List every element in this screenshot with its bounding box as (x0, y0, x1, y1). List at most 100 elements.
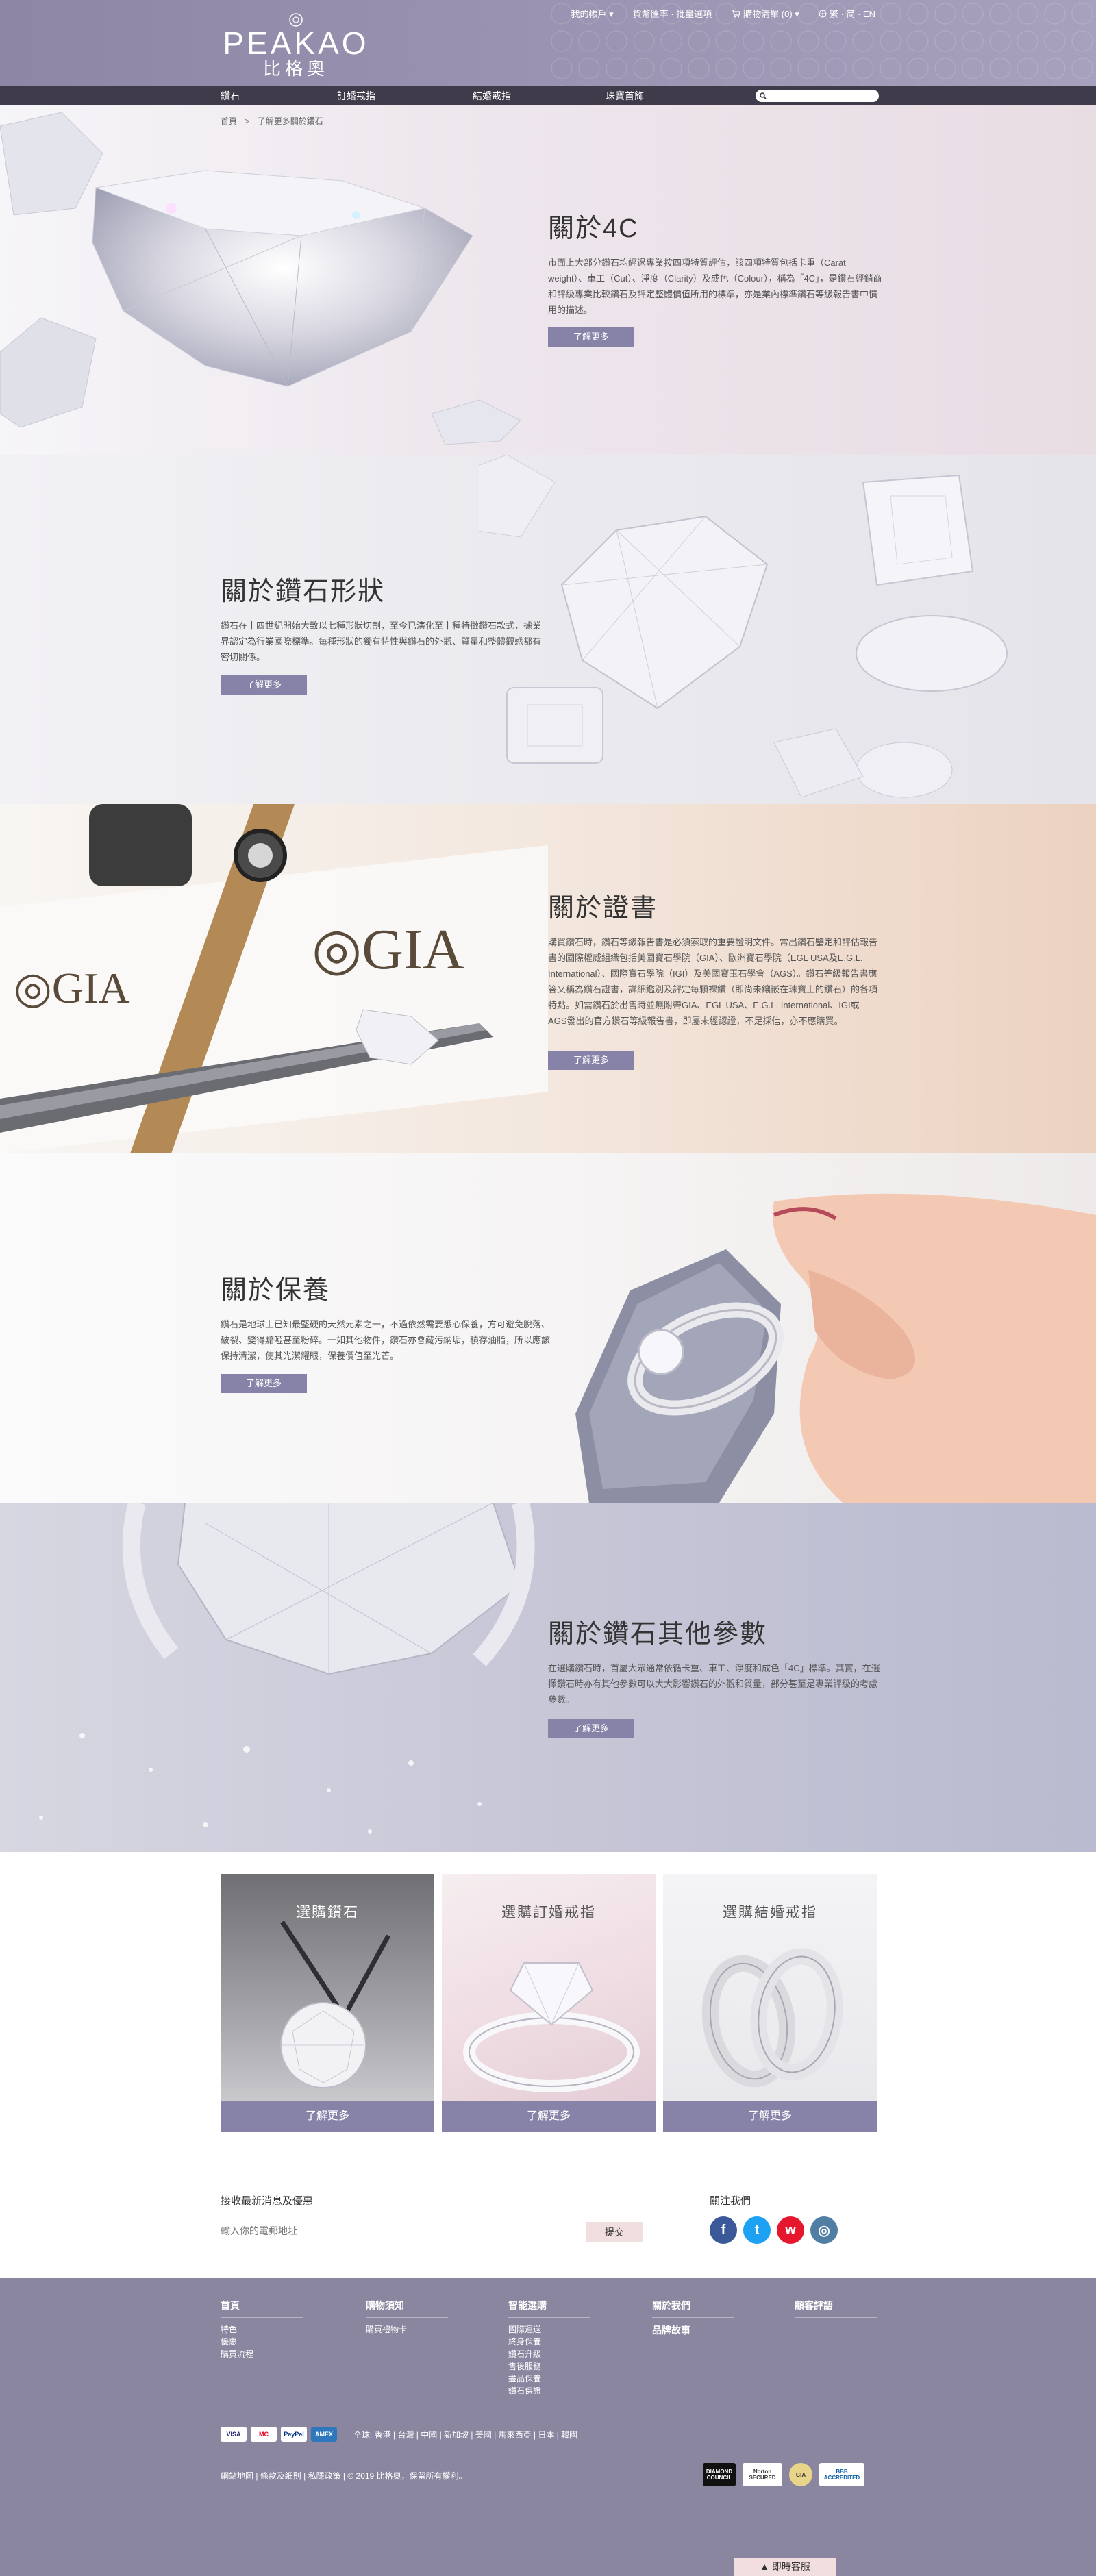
breadcrumb-separator: > (245, 116, 250, 126)
gia-badge: GIA (789, 2463, 812, 2486)
weibo-icon[interactable]: w (777, 2216, 804, 2244)
gia-logo-left: ◎GIA (14, 964, 130, 1012)
search-box (756, 90, 879, 102)
bbb-badge: BBB ACCREDITED (819, 2463, 864, 2486)
section-shapes: 關於鑽石形狀 鑽石在十四世紀開始大致以七種形狀切割，至今已演化至十種特徵鑽石款式… (0, 455, 1096, 804)
section-4c-text: 市面上大部分鑽石均經過專業按四項特質評估，該四項特質包括卡重（Carat wei… (548, 258, 882, 315)
section-other-parameters-button[interactable]: 了解更多 (548, 1719, 634, 1738)
social-links: f t w ◎ (710, 2216, 838, 2244)
currency-link[interactable]: 貨幣匯率 · 批量選項 (633, 7, 712, 20)
footer-col-home-head[interactable]: 首頁 (221, 2299, 303, 2318)
live-chat-button[interactable]: ▲ 即時客服 (734, 2558, 836, 2576)
amex-icon: AMEX (311, 2427, 337, 2442)
twitter-icon[interactable]: t (743, 2216, 771, 2244)
logo-text-zh: 比格奧 (262, 58, 329, 79)
card-shop-diamonds-title: 選購鑽石 (296, 1905, 359, 1921)
logo-text-en: PEAKAO (223, 25, 369, 61)
footer-col-reviews-head[interactable]: 顧客評語 (795, 2299, 877, 2318)
footer-col-smart: 智能選購 國際運送 終身保養 鑽石升級 售後服務 盡品保養 鑽石保證 (508, 2299, 590, 2397)
footer-link[interactable]: 鑽石保證 (508, 2385, 590, 2397)
newsletter-email-input[interactable] (221, 2219, 569, 2242)
globe-icon (819, 10, 827, 17)
newsletter-submit-button[interactable]: 提交 (586, 2222, 643, 2242)
diamond-shapes-image (480, 455, 1008, 798)
gia-certificate-image: ◎GIA ◎GIA (0, 804, 548, 1153)
facebook-icon[interactable]: f (710, 2216, 737, 2244)
search-input[interactable] (769, 92, 872, 100)
cart-link[interactable]: 購物清單 (0) ▾ (731, 7, 799, 20)
section-shapes-text: 鑽石在十四世紀開始大致以七種形狀切割，至今已演化至十種特徵鑽石款式，據業界認定為… (221, 621, 542, 662)
footer-col-shopping: 購物須知 購買禮物卡 (366, 2299, 448, 2336)
trust-badges: DIAMOND COUNCIL Norton SECURED GIA BBB A… (703, 2463, 864, 2486)
site-logo[interactable]: PEAKAO 比格奧 (221, 12, 371, 81)
section-care: 關於保養 鑽石是地球上已知最堅硬的天然元素之一，不過依然需要悉心保養，方可避免脫… (0, 1153, 1096, 1503)
newsletter-label: 接收最新消息及優惠 (221, 2195, 314, 2207)
footer-link[interactable]: 購買流程 (221, 2348, 303, 2360)
breadcrumb-home[interactable]: 首頁 (221, 116, 237, 126)
section-shapes-button[interactable]: 了解更多 (221, 675, 307, 695)
section-other-parameters-title: 關於鑽石其他參數 (548, 1620, 768, 1649)
top-links: 我的帳戶 ▾ 貨幣匯率 · 批量選項 購物清單 (0) ▾ 繁 · 简 · EN (571, 7, 875, 20)
card-shop-wedding-rings-button[interactable]: 了解更多 (663, 2101, 877, 2132)
section-certificates: ◎GIA ◎GIA 關於證書 購買鑽石時，鑽石等級報告書是必須索取的重要證明文件… (0, 804, 1096, 1153)
footer-link[interactable]: 終身保養 (508, 2336, 590, 2348)
main-nav: 鑽石 訂婚戒指 結婚戒指 珠寶首飾 (0, 86, 1096, 105)
section-care-button[interactable]: 了解更多 (221, 1374, 307, 1393)
region-links[interactable]: 全球: 香港 | 台灣 | 中國 | 新加坡 | 美國 | 馬來西亞 | 日本 … (353, 2429, 577, 2440)
breadcrumb: 首頁 > 了解更多關於鑽石 (221, 115, 329, 127)
norton-badge: Norton SECURED (743, 2463, 782, 2486)
account-link[interactable]: 我的帳戶 ▾ (571, 7, 613, 20)
nav-engagement-rings[interactable]: 訂婚戒指 (337, 86, 375, 105)
section-other-parameters: 關於鑽石其他參數 在選購鑽石時，首屬大眾通常依循卡重、車工、淨度和成色「4C」標… (0, 1503, 1096, 1852)
breadcrumb-current: 了解更多關於鑽石 (257, 116, 323, 126)
footer-link[interactable]: 盡品保養 (508, 2373, 590, 2385)
language-switch[interactable]: 繁 · 简 · EN (819, 7, 875, 20)
section-4c-title: 關於4C (548, 214, 639, 243)
copyright-text: 網站地圖 | 條款及細則 | 私隱政策 | © 2019 比格奧，保留所有權利。 (221, 2471, 467, 2481)
mastercard-icon: MC (251, 2427, 277, 2442)
footer-link[interactable]: 鑽石升級 (508, 2348, 590, 2360)
card-shop-diamonds[interactable]: 選購鑽石 了解更多 (221, 1874, 434, 2132)
footer-link[interactable]: 優惠 (221, 2336, 303, 2348)
footer-link[interactable]: 購買禮物卡 (366, 2323, 448, 2336)
footer-col-about-sub[interactable]: 品牌故事 (652, 2323, 734, 2342)
nav-diamonds[interactable]: 鑽石 (221, 86, 240, 105)
footer-col-home: 首頁 特色 優惠 購買流程 (221, 2299, 303, 2360)
diamond-council-badge: DIAMOND COUNCIL (703, 2463, 736, 2486)
section-shapes-title: 關於鑽石形狀 (221, 577, 386, 606)
search-icon[interactable] (760, 92, 767, 99)
section-certificates-button[interactable]: 了解更多 (548, 1051, 634, 1070)
card-shop-diamonds-button[interactable]: 了解更多 (221, 2101, 434, 2132)
card-shop-wedding-rings[interactable]: 選購結婚戒指 了解更多 (663, 1874, 877, 2132)
section-certificates-text: 購買鑽石時，鑽石等級報告書是必須索取的重要證明文件。常出鑽石鑒定和評估報告書的國… (548, 937, 878, 1026)
card-shop-engagement-rings[interactable]: 選購訂婚戒指 了解更多 (442, 1874, 656, 2132)
diamond-image (0, 112, 521, 445)
footer-col-about: 關於我們 品牌故事 (652, 2299, 734, 2348)
footer-link[interactable]: 售後服務 (508, 2360, 590, 2373)
site-header: PEAKAO 比格奧 我的帳戶 ▾ 貨幣匯率 · 批量選項 購物清單 (0) ▾… (0, 0, 1096, 86)
footer-col-about-head[interactable]: 關於我們 (652, 2299, 734, 2318)
instagram-icon[interactable]: ◎ (810, 2216, 838, 2244)
follow-us-label: 關注我們 (710, 2195, 751, 2207)
visa-icon: VISA (221, 2427, 247, 2442)
card-shop-wedding-rings-title: 選購結婚戒指 (723, 1905, 817, 1921)
paypal-icon: PayPal (281, 2427, 307, 2442)
footer-col-reviews: 顧客評語 (795, 2299, 877, 2323)
cart-label: 購物清單 (0) ▾ (743, 9, 799, 19)
footer-link[interactable]: 特色 (221, 2323, 303, 2336)
nav-jewellery[interactable]: 珠寶首飾 (606, 86, 644, 105)
card-shop-engagement-rings-button[interactable]: 了解更多 (442, 2101, 656, 2132)
cart-icon (732, 9, 740, 17)
section-care-title: 關於保養 (221, 1276, 331, 1305)
site-footer: 首頁 特色 優惠 購買流程 購物須知 購買禮物卡 智能選購 國際運送 終身保養 … (0, 2278, 1096, 2576)
section-certificates-title: 關於證書 (548, 894, 658, 923)
footer-link[interactable]: 國際運送 (508, 2323, 590, 2336)
footer-col-smart-head[interactable]: 智能選購 (508, 2299, 590, 2318)
section-4c-button[interactable]: 了解更多 (548, 327, 634, 347)
nav-wedding-rings[interactable]: 結婚戒指 (473, 86, 511, 105)
card-shop-engagement-rings-title: 選購訂婚戒指 (501, 1905, 596, 1921)
footer-col-shopping-head[interactable]: 購物須知 (366, 2299, 448, 2318)
section-other-parameters-text: 在選購鑽石時，首屬大眾通常依循卡重、車工、淨度和成色「4C」標準。其實，在選擇鑽… (548, 1663, 880, 1705)
ring-cleaning-image (575, 1193, 1096, 1503)
language-label: 繁 · 简 · EN (829, 9, 875, 19)
